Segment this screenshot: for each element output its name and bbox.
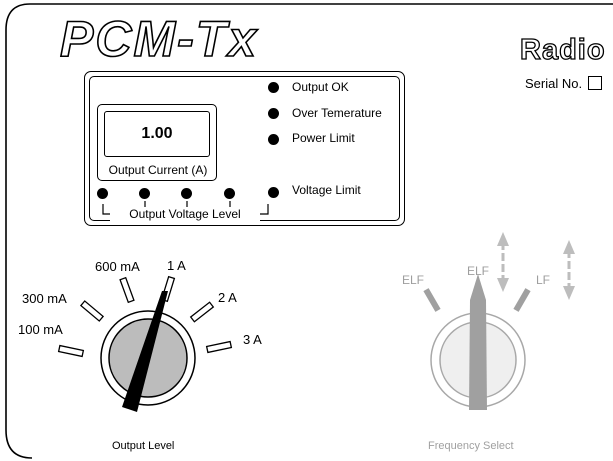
output-ok-indicator [268,82,279,93]
level-300ma-label: 300 mA [22,291,67,306]
frequency-select-label: Frequency Select [428,440,514,452]
output-voltage-level-label: Output Voltage Level [110,207,260,221]
level-600ma-label: 600 mA [95,259,140,274]
output-level-knob[interactable] [100,291,196,412]
freq-elf-label-2: ELF [467,264,490,278]
voltage-level-dot-3 [181,188,192,199]
over-temperature-indicator [268,108,279,119]
frequency-select-graphics [423,232,575,410]
voltage-level-dot-4 [224,188,235,199]
output-current-value: 1.00 [141,125,173,142]
output-current-label: Output Current (A) [108,163,208,177]
voltage-limit-label: Voltage Limit [292,183,361,197]
power-limit-indicator [268,134,279,145]
serial-label: Serial No. [525,76,583,91]
tick-300ma [79,300,105,322]
tick-600ma [119,276,135,304]
freq-elf-label-1: ELF [402,273,425,287]
voltage-limit-indicator [268,187,279,198]
voltage-level-dot-2 [139,188,150,199]
freq-knob-pointer [469,274,487,410]
level-1a-label: 1 A [167,258,186,273]
freq-arrow-center [497,232,509,292]
frequency-select-knob[interactable] [430,274,526,410]
freq-tick-lf [513,288,531,312]
brand-company: Radio [519,34,606,66]
level-3a-label: 3 A [243,332,262,347]
freq-lf-label: LF [536,273,551,287]
panel-drawing [5,3,613,459]
voltage-level-dot-1 [97,188,108,199]
serial-number: Serial No. [525,76,603,91]
power-limit-label: Power Limit [292,131,355,145]
tick-100ma [57,344,85,358]
brand-model: PCM-Tx [59,11,259,67]
level-2a-label: 2 A [218,290,237,305]
output-level-label: Output Level [112,440,175,452]
tick-3a [205,340,233,354]
level-100ma-label: 100 mA [18,322,63,337]
tick-2a [189,301,215,323]
serial-box [588,76,603,90]
over-temperature-label: Over Temerature [292,106,382,120]
output-ok-label: Output OK [292,80,349,94]
freq-tick-elf-1 [423,288,441,312]
freq-arrow-right [563,240,575,300]
